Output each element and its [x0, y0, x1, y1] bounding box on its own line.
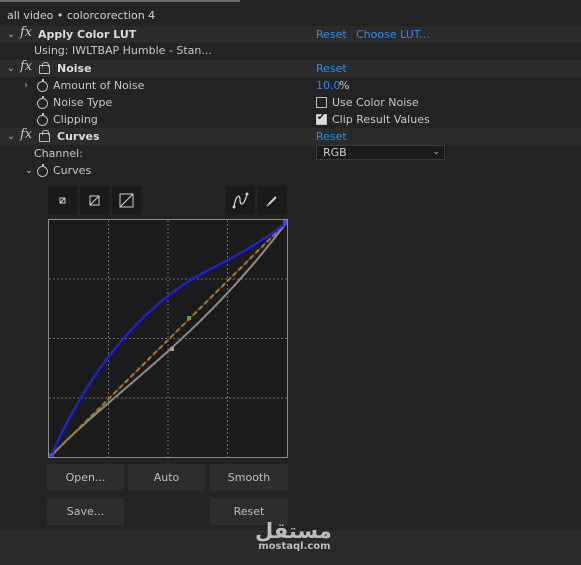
chevron-right-icon[interactable]: ›	[21, 80, 31, 91]
lut-using-text: Using: IWLTBAP Humble - Stan...	[34, 44, 212, 57]
watermark: مستقل mostaql.com	[255, 520, 332, 552]
property-label: Clipping	[53, 113, 98, 126]
pencil-icon	[266, 196, 277, 207]
amount-value[interactable]: 10.0	[316, 79, 341, 92]
chevron-down-icon: ⌄	[432, 147, 440, 157]
endpoint-top-right[interactable]	[283, 220, 287, 225]
property-label: Curves	[53, 164, 92, 177]
property-label: Amount of Noise	[53, 79, 145, 92]
property-label: Noise Type	[53, 96, 113, 109]
curves-graph[interactable]	[48, 219, 288, 458]
effect-noise-row[interactable]: ⌄ fx Noise Reset	[0, 59, 581, 77]
curves-graph-canvas[interactable]	[49, 220, 287, 457]
panel-title: all video • colorcorection 4	[7, 9, 156, 22]
effect-curves-row[interactable]: ⌄ fx Curves Reset	[0, 127, 581, 145]
reset-link[interactable]: Reset	[316, 62, 347, 75]
chevron-down-icon[interactable]: ⌄	[6, 29, 16, 40]
channel-row: Channel: RGB ⌄	[0, 145, 581, 162]
smooth-button[interactable]: Smooth	[210, 464, 288, 491]
amount-of-noise-row: › Amount of Noise 10.0 %	[0, 77, 581, 94]
channel-value: RGB	[323, 146, 347, 159]
graph-size-medium-button[interactable]	[80, 186, 109, 215]
graph-size-large-button[interactable]	[112, 186, 141, 215]
stopwatch-icon[interactable]	[37, 164, 48, 177]
checkbox-label: Clip Result Values	[332, 113, 430, 126]
graph-medium-icon	[89, 195, 100, 206]
pencil-tool-button[interactable]	[258, 186, 287, 215]
auto-button[interactable]: Auto	[128, 464, 205, 491]
bezier-tool-button[interactable]	[226, 186, 255, 215]
lock-icon	[39, 62, 50, 74]
lut-using-row: Using: IWLTBAP Humble - Stan...	[0, 42, 581, 59]
checkbox-label: Use Color Noise	[332, 96, 419, 109]
use-color-noise-checkbox[interactable]	[316, 97, 327, 108]
fx-icon[interactable]: fx	[20, 59, 32, 74]
effect-name: Noise	[57, 62, 92, 75]
chevron-down-icon[interactable]: ⌄	[24, 165, 34, 176]
effect-name: Apply Color LUT	[38, 28, 137, 41]
fx-icon[interactable]: fx	[20, 127, 32, 142]
effect-apply-lut-row[interactable]: ⌄ fx Apply Color LUT Reset Choose LUT...	[0, 25, 581, 43]
fx-icon[interactable]: fx	[20, 25, 32, 40]
endpoint-bottom-left[interactable]	[49, 453, 54, 457]
effect-name: Curves	[57, 130, 100, 143]
graph-size-small-button[interactable]	[48, 186, 77, 215]
channel-select[interactable]: RGB ⌄	[316, 145, 445, 160]
stopwatch-icon[interactable]	[37, 113, 48, 126]
lock-icon	[39, 130, 50, 142]
open-button[interactable]: Open...	[47, 464, 124, 491]
curves-property-row: ⌄ Curves	[0, 162, 581, 179]
control-point-gray[interactable]	[170, 347, 174, 351]
choose-lut-link[interactable]: Choose LUT...	[356, 28, 430, 41]
clipping-row: Clipping Clip Result Values	[0, 111, 581, 128]
reset-link[interactable]: Reset	[316, 28, 347, 41]
chevron-down-icon[interactable]: ⌄	[6, 63, 16, 74]
graph-large-icon	[119, 193, 134, 208]
watermark-latin: mostaql.com	[258, 541, 331, 552]
stopwatch-icon[interactable]	[37, 79, 48, 92]
save-button[interactable]: Save...	[47, 498, 124, 525]
channel-label: Channel:	[34, 147, 83, 160]
amount-unit: %	[339, 79, 350, 92]
reset-link[interactable]: Reset	[316, 130, 347, 143]
noise-type-row: Noise Type Use Color Noise	[0, 94, 581, 111]
control-point-green[interactable]	[187, 316, 191, 320]
graph-small-icon	[59, 197, 66, 204]
clip-result-checkbox[interactable]	[316, 112, 327, 125]
chevron-down-icon[interactable]: ⌄	[6, 131, 16, 142]
watermark-arabic: مستقل	[255, 519, 332, 543]
panel-tab-underline	[0, 0, 240, 2]
stopwatch-icon[interactable]	[37, 96, 48, 109]
bezier-curve-icon	[232, 192, 249, 209]
